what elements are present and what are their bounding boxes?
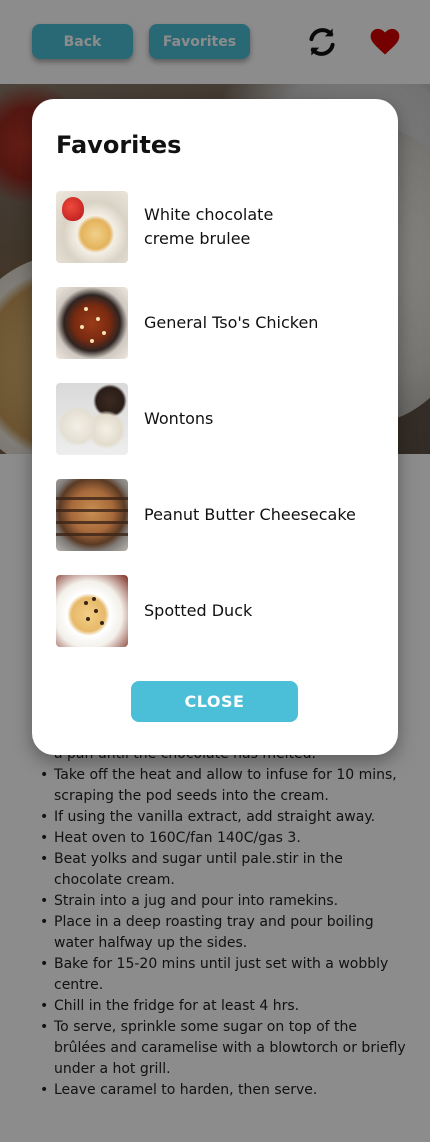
favorite-item-label: Wontons (144, 409, 214, 428)
creme-brulee-image (56, 191, 128, 263)
wontons-image (56, 383, 128, 455)
spotted-duck-image (56, 575, 128, 647)
modal-title: Favorites (56, 131, 182, 159)
favorite-item-label: Peanut Butter Cheesecake (144, 505, 356, 524)
favorite-item-label: Spotted Duck (144, 601, 253, 620)
general-tso-chicken-image (56, 287, 128, 359)
favorite-item-peanut-butter-cheesecake[interactable]: Peanut Butter Cheesecake (56, 479, 386, 551)
close-button[interactable]: CLOSE (131, 681, 298, 722)
favorite-item-label: White chocolate creme brulee (144, 205, 274, 248)
favorite-item-wontons[interactable]: Wontons (56, 383, 386, 455)
favorite-item-general-tso[interactable]: General Tso's Chicken (56, 287, 386, 359)
favorite-item-label: General Tso's Chicken (144, 313, 319, 332)
favorites-modal: Favorites White chocolate creme brulee G… (32, 99, 398, 755)
peanut-butter-cheesecake-image (56, 479, 128, 551)
favorite-item-creme-brulee[interactable]: White chocolate creme brulee (56, 191, 386, 263)
favorite-item-spotted-duck[interactable]: Spotted Duck (56, 575, 386, 647)
